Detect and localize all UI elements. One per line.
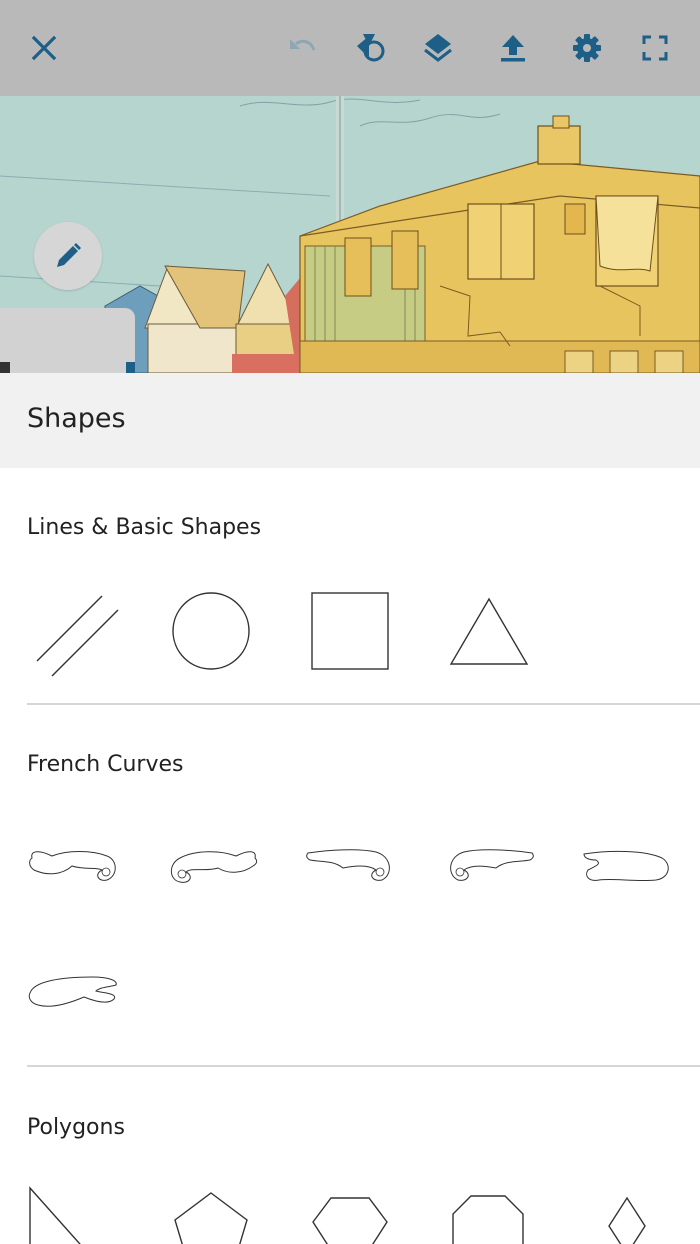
shape-triangle[interactable] [433, 583, 543, 683]
undo-icon [290, 39, 316, 51]
undo-button[interactable] [278, 24, 326, 72]
french-curve-1[interactable] [22, 820, 132, 920]
fullscreen-button[interactable] [631, 24, 679, 72]
panel-title: Shapes [27, 403, 126, 434]
french-curve-4[interactable] [436, 820, 546, 920]
shape-octagon[interactable] [433, 1180, 543, 1244]
shape-pentagon[interactable] [157, 1180, 267, 1244]
fullscreen-icon [642, 35, 668, 61]
french-curve-3[interactable] [298, 820, 408, 920]
section-label-french-curves: French Curves [27, 752, 184, 777]
drawing-canvas[interactable] [0, 96, 700, 373]
layers-icon [424, 34, 452, 62]
layers-button[interactable] [414, 24, 462, 72]
french-curve-2[interactable] [160, 820, 270, 920]
redo-shapes-icon [357, 34, 385, 62]
thumbnail-marker [0, 362, 10, 373]
french-curve-6[interactable] [22, 945, 132, 1045]
top-toolbar [0, 0, 700, 96]
close-button[interactable] [20, 24, 68, 72]
close-icon [31, 35, 57, 61]
settings-icon [573, 34, 601, 62]
section-divider [27, 1065, 700, 1067]
pencil-icon [57, 243, 81, 267]
upload-icon [501, 35, 525, 62]
layer-thumbnail-panel[interactable] [0, 308, 135, 373]
upload-button[interactable] [489, 24, 537, 72]
shape-circle[interactable] [157, 583, 267, 683]
draw-tool-button[interactable] [34, 222, 102, 290]
french-curve-5[interactable] [574, 820, 684, 920]
section-label-polygons: Polygons [27, 1115, 125, 1140]
redo-shapes-button[interactable] [346, 24, 394, 72]
shape-parallel-lines[interactable] [22, 583, 132, 683]
shape-diamond[interactable] [571, 1180, 681, 1244]
thumbnail-marker-active [126, 362, 135, 373]
section-divider [27, 703, 700, 705]
section-label-lines-basic: Lines & Basic Shapes [27, 515, 262, 540]
shape-square[interactable] [295, 583, 405, 683]
shape-right-triangle[interactable] [22, 1180, 132, 1244]
shapes-panel-header: Shapes [0, 373, 700, 468]
settings-button[interactable] [563, 24, 611, 72]
shape-hexagon[interactable] [295, 1180, 405, 1244]
